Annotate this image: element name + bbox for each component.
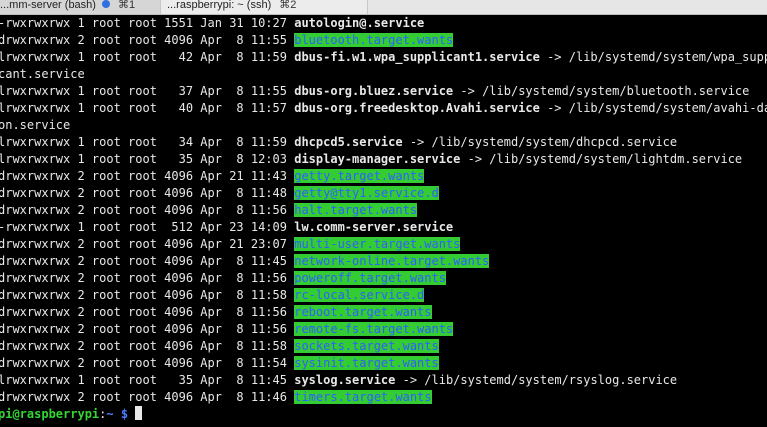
listing-meta: -rwxrwxrwx 1 root root 512 Apr 23 14:09 [0,220,295,234]
terminal-window: ...mm-server (bash) ⌘1 ...raspberrypi: ~… [0,0,767,427]
listing-meta: -rwxrwxrwx 1 root root 1551 Jan 31 10:27 [0,16,295,30]
listing-meta: cant.service [0,67,85,81]
terminal-line: -rwxrwxrwx 1 root root 1551 Jan 31 10:27… [0,15,767,32]
tab-raspberrypi-ssh[interactable]: ...raspberrypi: ~ (ssh) ⌘2 [161,0,368,14]
symlink-target: -> /lib/systemd/system/rsyslog.service [395,373,678,387]
listing-meta: lrwxrwxrwx 1 root root 37 Apr 8 11:55 [0,84,295,98]
directory-name: network-online.target.wants [294,254,490,268]
file-name: autologin@.service [294,16,425,30]
directory-name: sysinit.target.wants [294,356,439,370]
symlink-target: -> /lib/systemd/system/bluetooth.service [453,84,750,98]
listing-meta: drwxrwxrwx 2 root root 4096 Apr 8 11:56 [0,271,295,285]
terminal-line: drwxrwxrwx 2 root root 4096 Apr 8 11:56 … [0,304,767,321]
directory-name: getty@tty1.service.d [294,186,439,200]
listing-meta: drwxrwxrwx 2 root root 4096 Apr 8 11:58 [0,339,295,353]
tab-shortcut: ⌘1 [117,0,136,11]
listing-meta: lrwxrwxrwx 1 root root 40 Apr 8 11:57 [0,101,295,115]
listing-meta: lrwxrwxrwx 1 root root 35 Apr 8 12:03 [0,152,295,166]
symlink-name: dbus-org.bluez.service [294,84,454,98]
tab-mm-server[interactable]: ...mm-server (bash) ⌘1 [0,0,161,14]
directory-name: rc-local.service.d [294,288,425,302]
listing-meta: drwxrwxrwx 2 root root 4096 Apr 8 11:48 [0,186,295,200]
terminal-line: lrwxrwxrwx 1 root root 42 Apr 8 11:59 db… [0,49,767,66]
terminal-line: drwxrwxrwx 2 root root 4096 Apr 8 11:55 … [0,32,767,49]
directory-name: reboot.target.wants [294,305,432,319]
terminal-line: -rwxrwxrwx 1 root root 512 Apr 23 14:09 … [0,219,767,236]
terminal-line: lrwxrwxrwx 1 root root 40 Apr 8 11:57 db… [0,100,767,117]
terminal-line: drwxrwxrwx 2 root root 4096 Apr 8 11:48 … [0,185,767,202]
terminal-line: drwxrwxrwx 2 root root 4096 Apr 8 11:58 … [0,338,767,355]
symlink-name: dhcpcd5.service [294,135,403,149]
listing-meta: lrwxrwxrwx 1 root root 42 Apr 8 11:59 [0,50,295,64]
symlink-name: dbus-org.freedesktop.Avahi.service [294,101,540,115]
listing-meta: drwxrwxrwx 2 root root 4096 Apr 8 11:46 [0,390,295,404]
directory-name: halt.target.wants [294,203,418,217]
tab-title: ...mm-server (bash) [0,0,96,11]
terminal-line: drwxrwxrwx 2 root root 4096 Apr 8 11:56 … [0,270,767,287]
shell-prompt[interactable]: pi@raspberrypi:~ $ [0,406,767,423]
symlink-target: -> /lib/systemd/system/lightdm.service [460,152,743,166]
prompt-user-host: pi@raspberrypi [0,407,100,421]
symlink-name: display-manager.service [294,152,461,166]
listing-meta: drwxrwxrwx 2 root root 4096 Apr 8 11:55 [0,33,295,47]
listing-meta: drwxrwxrwx 2 root root 4096 Apr 8 11:56 [0,322,295,336]
tab-bar: ...mm-server (bash) ⌘1 ...raspberrypi: ~… [0,0,767,15]
symlink-target: -> /lib/systemd/system/wpa_suppli [539,50,767,64]
directory-name: sockets.target.wants [294,339,439,353]
listing-meta: on.service [0,118,71,132]
prompt-trail [128,407,135,421]
directory-name: getty.target.wants [294,169,425,183]
prompt-path: ~ $ [106,407,129,421]
unsaved-dot-icon [101,0,110,8]
terminal-line: lrwxrwxrwx 1 root root 35 Apr 8 11:45 sy… [0,372,767,389]
directory-name: remote-fs.target.wants [294,322,454,336]
terminal-line: on.service [0,117,767,134]
file-name: lw.comm-server.service [294,220,454,234]
terminal-line: drwxrwxrwx 2 root root 4096 Apr 8 11:45 … [0,253,767,270]
terminal-output[interactable]: -rwxrwxrwx 1 root root 1551 Jan 31 10:27… [0,15,767,427]
tab-shortcut: ⌘2 [279,0,297,11]
terminal-line: drwxrwxrwx 2 root root 4096 Apr 21 23:07… [0,236,767,253]
directory-name: poweroff.target.wants [294,271,446,285]
tab-title: ...raspberrypi: ~ (ssh) [167,0,272,11]
directory-name: multi-user.target.wants [294,237,461,251]
symlink-name: syslog.service [294,373,396,387]
listing-meta: drwxrwxrwx 2 root root 4096 Apr 8 11:56 [0,203,295,217]
terminal-line: lrwxrwxrwx 1 root root 34 Apr 8 11:59 dh… [0,134,767,151]
listing-meta: lrwxrwxrwx 1 root root 35 Apr 8 11:45 [0,373,295,387]
terminal-line: lrwxrwxrwx 1 root root 37 Apr 8 11:55 db… [0,83,767,100]
terminal-line: drwxrwxrwx 2 root root 4096 Apr 8 11:46 … [0,389,767,406]
listing-meta: drwxrwxrwx 2 root root 4096 Apr 8 11:58 [0,288,295,302]
symlink-target: -> /lib/systemd/system/dhcpcd.service [402,135,678,149]
directory-name: bluetooth.target.wants [294,33,454,47]
listing-meta: drwxrwxrwx 2 root root 4096 Apr 8 11:54 [0,356,295,370]
symlink-name: dbus-fi.w1.wpa_supplicant1.service [294,50,540,64]
listing-meta: drwxrwxrwx 2 root root 4096 Apr 21 23:07 [0,237,295,251]
terminal-line: drwxrwxrwx 2 root root 4096 Apr 8 11:56 … [0,321,767,338]
terminal-line: drwxrwxrwx 2 root root 4096 Apr 8 11:58 … [0,287,767,304]
listing-meta: drwxrwxrwx 2 root root 4096 Apr 8 11:56 [0,305,295,319]
terminal-line: drwxrwxrwx 2 root root 4096 Apr 8 11:54 … [0,355,767,372]
terminal-line: drwxrwxrwx 2 root root 4096 Apr 21 11:43… [0,168,767,185]
symlink-target: -> /lib/systemd/system/avahi-daem [539,101,767,115]
terminal-line: lrwxrwxrwx 1 root root 35 Apr 8 12:03 di… [0,151,767,168]
listing-meta: drwxrwxrwx 2 root root 4096 Apr 21 11:43 [0,169,295,183]
terminal-line: cant.service [0,66,767,83]
listing-meta: lrwxrwxrwx 1 root root 34 Apr 8 11:59 [0,135,295,149]
listing-meta: drwxrwxrwx 2 root root 4096 Apr 8 11:45 [0,254,295,268]
cursor-icon [135,406,143,420]
directory-name: timers.target.wants [294,390,432,404]
terminal-line: drwxrwxrwx 2 root root 4096 Apr 8 11:56 … [0,202,767,219]
